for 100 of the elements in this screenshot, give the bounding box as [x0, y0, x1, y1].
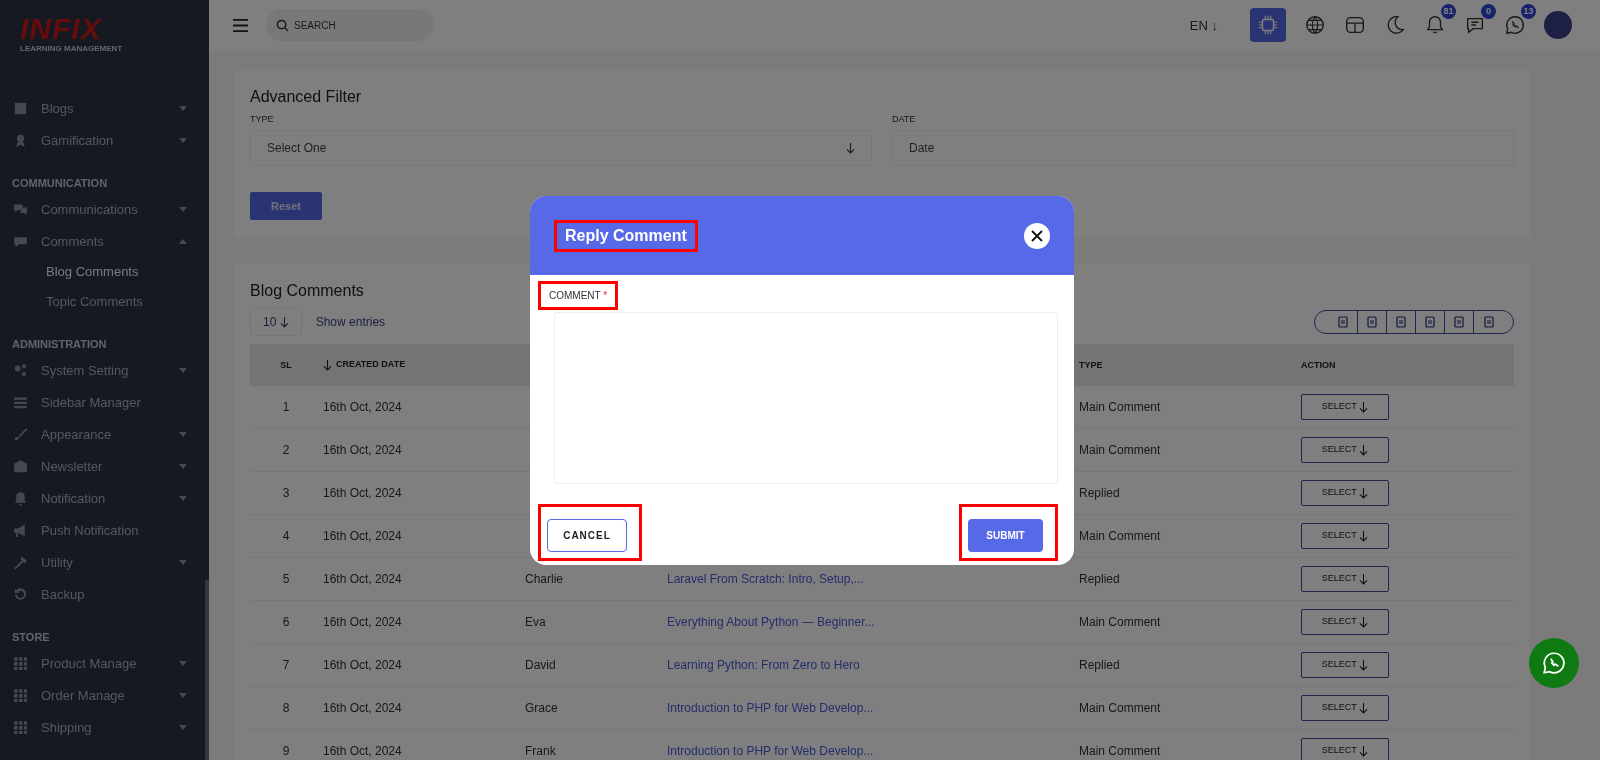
arrow-down-icon — [1359, 745, 1369, 757]
serial-cell: 3 — [282, 486, 290, 500]
blog-title-link[interactable]: Introduction to PHP for Web Develop... — [667, 701, 874, 715]
close-icon — [1031, 229, 1043, 242]
sidebar-section-heading: ADMINISTRATION — [11, 337, 108, 352]
blog-title-link[interactable]: Learning Python: From Zero to Hero — [667, 658, 860, 672]
sidebar-item[interactable]: Comments — [41, 233, 179, 249]
type-cell: Main Comment — [1079, 443, 1161, 457]
submenu-item[interactable]: Topic Comments — [0, 287, 209, 317]
sidebar-item[interactable]: Product Manage — [41, 655, 179, 671]
bell-icon[interactable] — [1424, 14, 1446, 36]
serial-cell: 9 — [282, 744, 290, 758]
type-cell: Replied — [1079, 572, 1120, 586]
serial-cell: 7 — [282, 658, 290, 672]
sidebar-item[interactable]: Backup — [41, 586, 187, 602]
language-selector[interactable]: EN ↓ — [1189, 17, 1218, 33]
column-header: ACTION — [1301, 360, 1336, 370]
serial-cell: 1 — [282, 400, 290, 414]
whatsapp-button[interactable] — [1529, 638, 1579, 688]
arrow-down-icon — [846, 142, 855, 154]
column-header: TYPE — [1079, 360, 1103, 370]
sidebar-section-heading: COMMUNICATION — [11, 176, 109, 191]
sidebar-item[interactable]: Order Manage — [41, 687, 179, 703]
sidebar-item[interactable]: Sidebar Manager — [41, 394, 187, 410]
date-field[interactable]: Date — [892, 130, 1514, 166]
field-label: DATE — [892, 114, 917, 124]
type-cell: Main Comment — [1079, 529, 1161, 543]
search-field[interactable]: SEARCH — [266, 9, 434, 41]
arrow-down-icon — [1359, 573, 1369, 585]
column-header: CREATED DATE — [336, 359, 406, 370]
sidebar-item[interactable]: Shipping — [41, 719, 179, 735]
select-dropdown-button[interactable]: SELECT — [1301, 523, 1389, 549]
chat-count: 13 — [1521, 4, 1536, 19]
type-cell: Replied — [1079, 486, 1120, 500]
sidebar-item[interactable]: Gamification — [41, 132, 179, 148]
arrow-down-icon — [1359, 702, 1369, 714]
author-cell: Frank — [525, 744, 556, 758]
dialog-title: Reply Comment — [564, 225, 688, 246]
select-dropdown-button[interactable]: SELECT — [1301, 437, 1389, 463]
chip-icon — [1257, 14, 1279, 36]
cancel-button[interactable]: CANCEL — [547, 519, 627, 552]
phone-chat-icon — [1541, 650, 1567, 676]
select-dropdown-button[interactable]: SELECT — [1301, 695, 1389, 721]
notification-count: 81 — [1441, 4, 1456, 19]
sidebar-item[interactable]: Blogs — [41, 100, 179, 116]
close-button[interactable] — [1024, 222, 1050, 249]
date-cell: 16th Oct, 2024 — [323, 615, 402, 629]
select-dropdown-button[interactable]: SELECT — [1301, 566, 1389, 592]
arrow-down-icon — [1359, 659, 1369, 671]
select-dropdown-button[interactable]: SELECT — [1301, 652, 1389, 678]
reset-button[interactable]: Reset — [250, 192, 322, 220]
arrow-down-icon — [1359, 616, 1369, 628]
select-dropdown-button[interactable]: SELECT — [1301, 738, 1389, 760]
arrow-down-icon — [279, 317, 289, 329]
type-dropdown[interactable]: Select One — [250, 130, 872, 166]
sidebar-item[interactable]: Utility — [41, 554, 179, 570]
arrow-down-icon — [1359, 401, 1369, 413]
sidebar-item[interactable]: Notification — [41, 490, 179, 506]
date-cell: 16th Oct, 2024 — [323, 443, 402, 457]
type-cell: Main Comment — [1079, 615, 1161, 629]
date-cell: 16th Oct, 2024 — [323, 572, 402, 586]
sidebar-item[interactable]: Communications — [41, 201, 179, 217]
field-label: TYPE — [250, 114, 275, 124]
section-title: Advanced Filter — [250, 88, 362, 106]
sort-arrow-icon[interactable] — [323, 359, 332, 371]
type-cell: Main Comment — [1079, 744, 1161, 758]
date-cell: 16th Oct, 2024 — [323, 658, 402, 672]
submenu-item[interactable]: Blog Comments — [0, 257, 209, 287]
blog-title-link[interactable]: Everything About Python — Beginner... — [667, 615, 875, 629]
select-dropdown-button[interactable]: SELECT — [1301, 480, 1389, 506]
ai-chip-button[interactable] — [1250, 8, 1286, 42]
sidebar-item[interactable]: System Setting — [41, 362, 179, 378]
logo-tagline: LEARNING MANAGEMENT — [20, 44, 124, 53]
blog-title-link[interactable]: Introduction to PHP for Web Develop... — [667, 744, 874, 758]
phone-chat-icon[interactable] — [1504, 14, 1526, 36]
type-cell: Replied — [1079, 658, 1120, 672]
sidebar-item[interactable]: Push Notification — [41, 522, 187, 538]
sidebar-item[interactable]: Appearance — [41, 426, 179, 442]
submit-button[interactable]: SUBMIT — [968, 519, 1043, 552]
column-header: SL — [280, 360, 292, 370]
select-dropdown-button[interactable]: SELECT — [1301, 609, 1389, 635]
comment-label: COMMENT * — [548, 289, 609, 303]
sidebar-item[interactable]: Newsletter — [41, 458, 179, 474]
date-cell: 16th Oct, 2024 — [323, 701, 402, 715]
arrow-down-icon — [1359, 530, 1369, 542]
date-cell: 16th Oct, 2024 — [323, 400, 402, 414]
date-cell: 16th Oct, 2024 — [323, 744, 402, 758]
author-cell: Charlie — [525, 572, 563, 586]
blog-title-link[interactable]: Laravel From Scratch: Intro, Setup,... — [667, 572, 864, 586]
section-title: Blog Comments — [250, 282, 364, 300]
layout-icon[interactable] — [1344, 14, 1366, 36]
globe-icon[interactable] — [1304, 14, 1326, 36]
author-cell: David — [525, 658, 556, 672]
author-cell: Grace — [525, 701, 558, 715]
serial-cell: 4 — [282, 529, 290, 543]
date-cell: 16th Oct, 2024 — [323, 529, 402, 543]
page-size-dropdown[interactable]: 10 — [250, 308, 302, 336]
avatar[interactable] — [1544, 11, 1572, 39]
select-dropdown-button[interactable]: SELECT — [1301, 394, 1389, 420]
type-cell: Main Comment — [1079, 701, 1161, 715]
